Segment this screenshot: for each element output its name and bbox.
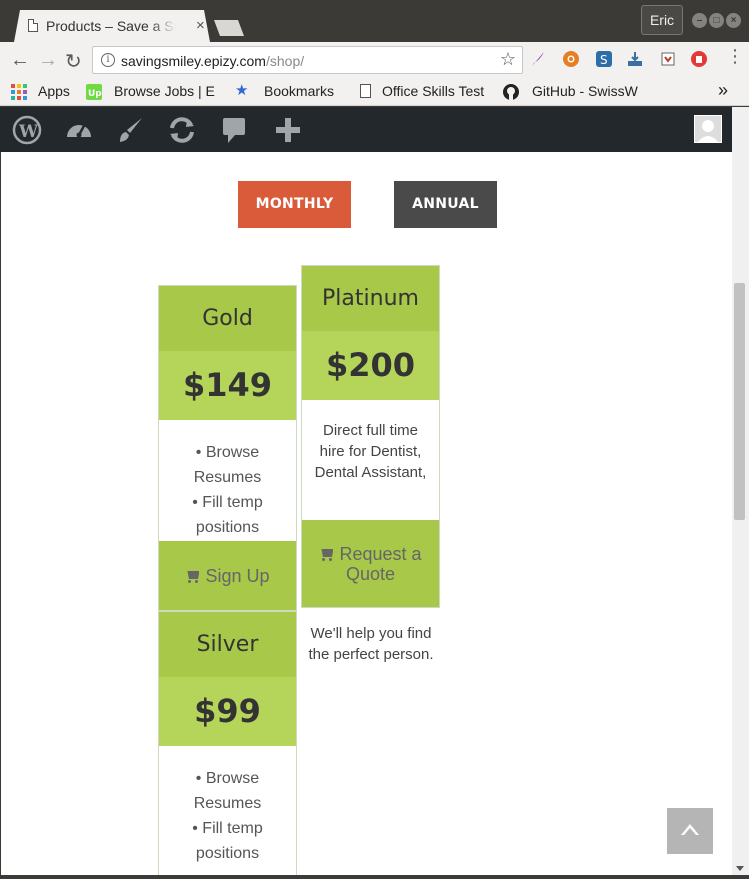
maximize-icon[interactable]: □ — [709, 13, 724, 28]
cart-icon — [185, 571, 201, 583]
star-icon: ★ — [235, 82, 249, 99]
customize-brush-icon[interactable] — [116, 115, 146, 145]
page-icon — [360, 84, 371, 98]
dashboard-icon[interactable] — [64, 115, 94, 145]
feather-extension-icon[interactable] — [530, 51, 546, 67]
cart-icon — [319, 549, 335, 561]
pricing-card-silver: Silver $99 • Browse Resumes • Fill temp … — [158, 611, 297, 875]
plan-name: Platinum — [302, 266, 439, 331]
wordpress-icon[interactable]: W — [12, 115, 42, 145]
reload-icon[interactable]: ↻ — [65, 49, 82, 74]
back-icon[interactable]: ← — [10, 49, 30, 72]
plan-features: • Browse Resumes • Fill temp positions — [159, 420, 296, 541]
plan-description: Direct full time hire for Dentist, Denta… — [314, 422, 427, 481]
page-scrollbar[interactable] — [732, 107, 749, 875]
download-extension-icon[interactable] — [627, 51, 643, 67]
comments-icon[interactable] — [220, 115, 250, 145]
sign-up-button[interactable]: Sign Up — [159, 541, 296, 610]
bookmarks-bar: Apps Up Browse Jobs | E ★ Bookmarks Offi… — [0, 78, 749, 106]
profile-button[interactable]: Eric — [641, 5, 683, 35]
svg-text:Up: Up — [88, 89, 102, 99]
svg-text:S: S — [600, 53, 608, 67]
browser-toolbar: ← → ↻ i savingsmiley.epizy.com/shop/ ☆ S… — [0, 42, 749, 78]
browser-tab[interactable]: Products – Save a Smile × — [14, 10, 210, 42]
platinum-note: We'll help you find the perfect person. — [308, 625, 434, 663]
updates-icon[interactable] — [167, 115, 197, 145]
wp-admin-bar: W — [0, 107, 732, 152]
tab-title: Products – Save a Smile — [46, 18, 176, 34]
page-icon — [28, 19, 38, 32]
bookmarks-overflow-icon[interactable]: » — [718, 80, 728, 101]
browser-titlebar: Products – Save a Smile × Eric – □ × — [0, 0, 749, 42]
url-text: savingsmiley.epizy.com/shop/ — [121, 53, 304, 69]
plan-price: $149 — [159, 351, 296, 420]
address-bar[interactable]: i savingsmiley.epizy.com/shop/ ☆ — [92, 46, 523, 74]
apps-grid-icon — [11, 84, 27, 100]
feature-item: • Browse Resumes — [193, 770, 262, 812]
plan-features: • Browse Resumes • Fill temp positions — [159, 746, 296, 866]
plan-price: $99 — [159, 677, 296, 746]
bookmark-apps[interactable]: Apps — [38, 83, 70, 99]
forward-icon[interactable]: → — [38, 49, 58, 72]
plan-price: $200 — [302, 331, 439, 400]
url-host: savingsmiley.epizy.com — [121, 53, 266, 69]
request-quote-label: Request a Quote — [339, 544, 422, 584]
pocket-extension-icon[interactable] — [660, 51, 676, 67]
menu-icon[interactable]: ⋮ — [726, 46, 744, 67]
feature-item: • Browse Resumes — [193, 444, 262, 486]
sign-up-label: Sign Up — [205, 566, 270, 586]
annual-toggle-button[interactable]: ANNUAL — [394, 181, 497, 228]
monthly-toggle-button[interactable]: MONTHLY — [238, 181, 351, 228]
github-icon — [503, 84, 519, 100]
close-window-icon[interactable]: × — [726, 13, 741, 28]
bookmark-github[interactable]: GitHub - SwissW — [532, 83, 644, 99]
url-path: /shop/ — [265, 53, 305, 69]
svg-text:W: W — [18, 122, 39, 142]
new-tab-button[interactable] — [214, 20, 244, 36]
scroll-down-arrow-icon[interactable] — [736, 866, 744, 871]
pricing-card-platinum: Platinum $200 Direct full time hire for … — [301, 265, 440, 608]
avatar[interactable] — [694, 115, 722, 143]
feature-item: • Fill temp positions — [192, 494, 263, 536]
back-to-top-button[interactable] — [667, 808, 713, 854]
bookmark-browse-jobs[interactable]: Browse Jobs | E — [114, 83, 222, 99]
info-icon[interactable]: i — [101, 53, 115, 67]
upwork-icon: Up — [86, 84, 102, 100]
lifebuoy-extension-icon[interactable] — [563, 51, 579, 67]
plan-name: Silver — [159, 612, 296, 677]
bookmark-office-skills[interactable]: Office Skills Test — [382, 83, 492, 99]
s-extension-icon[interactable]: S — [596, 51, 612, 67]
feature-item: • Fill temp positions — [192, 820, 263, 862]
bookmark-star-icon[interactable]: ☆ — [500, 49, 516, 70]
adblock-extension-icon[interactable] — [691, 51, 707, 67]
bookmark-bookmarks[interactable]: Bookmarks — [264, 83, 334, 99]
page-viewport: MONTHLY ANNUAL Gold $149 • Browse Resume… — [0, 152, 732, 875]
request-quote-button[interactable]: Request a Quote — [302, 520, 439, 607]
add-new-icon[interactable] — [273, 115, 303, 145]
pricing-card-gold: Gold $149 • Browse Resumes • Fill temp p… — [158, 285, 297, 611]
minimize-icon[interactable]: – — [692, 13, 707, 28]
plan-name: Gold — [159, 286, 296, 351]
scrollbar-thumb[interactable] — [734, 283, 745, 520]
tab-close-icon[interactable]: × — [196, 17, 205, 34]
